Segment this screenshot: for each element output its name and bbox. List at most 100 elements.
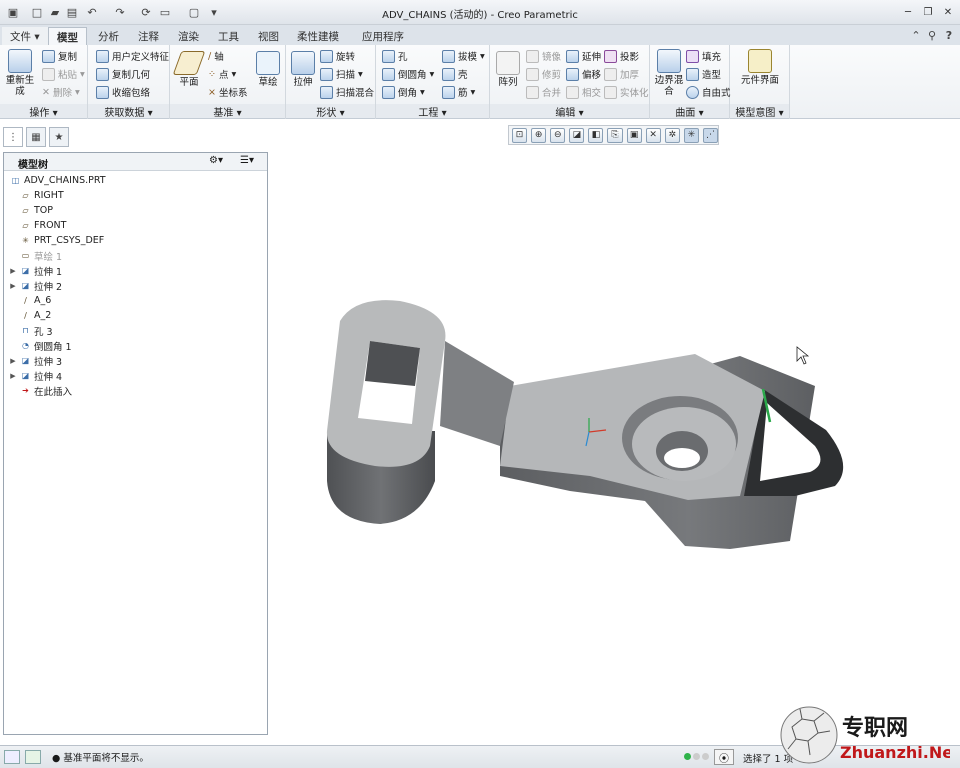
help-icon[interactable]: ?: [941, 27, 957, 43]
slot-hole-wall[interactable]: [365, 341, 420, 386]
tree-node[interactable]: ⊓ 孔 3: [9, 323, 52, 338]
tree-node[interactable]: ◫ ADV_CHAINS.PRT: [7, 173, 106, 188]
pattern-button[interactable]: 阵列: [494, 51, 522, 88]
favorites-tab-icon[interactable]: ★: [49, 127, 69, 147]
draft-button[interactable]: 拔模 ▾: [442, 49, 485, 63]
group-label-get-data[interactable]: 获取数据 ▾: [88, 104, 169, 119]
repaint-icon[interactable]: ◪: [569, 127, 585, 143]
component-interface-button[interactable]: 元件界面: [740, 49, 780, 86]
tab-file[interactable]: 文件 ▾: [2, 27, 48, 45]
refit-icon[interactable]: ⊡: [512, 127, 528, 143]
intersect-button[interactable]: 相交: [566, 85, 601, 99]
close-icon[interactable]: ✕: [940, 4, 956, 20]
tab-annotate[interactable]: 注释: [130, 27, 167, 45]
paste-button[interactable]: 粘贴 ▾: [42, 67, 85, 81]
folder-browser-tab-icon[interactable]: ▦: [26, 127, 46, 147]
offset-button[interactable]: 偏移: [566, 67, 601, 81]
tab-model[interactable]: 模型: [48, 27, 87, 45]
search-icon[interactable]: ⚲: [924, 27, 940, 43]
sweep-button[interactable]: 扫描 ▾: [320, 67, 363, 81]
style-button[interactable]: 造型: [686, 67, 721, 81]
extrude-button[interactable]: 拉伸: [288, 51, 318, 88]
axis-button[interactable]: ∕ 轴: [208, 49, 224, 64]
udf-button[interactable]: 用户定义特征: [96, 49, 169, 63]
minimize-icon[interactable]: ─: [900, 4, 916, 20]
expand-arrow-icon[interactable]: ▶: [9, 267, 17, 275]
tab-applications[interactable]: 应用程序: [354, 27, 412, 45]
shell-button[interactable]: 壳: [442, 67, 468, 81]
boundary-blend-button[interactable]: 边界混合: [652, 49, 686, 97]
zoom-in-icon[interactable]: ⊕: [531, 127, 547, 143]
expand-arrow-icon[interactable]: ▶: [9, 372, 17, 380]
tree-node[interactable]: ▶ ◪ 拉伸 1: [9, 263, 62, 278]
tab-render[interactable]: 渲染: [170, 27, 207, 45]
tab-view[interactable]: 视图: [250, 27, 287, 45]
tree-node[interactable]: ▶ ◪ 拉伸 4: [9, 368, 62, 383]
model-tree-toggle-icon[interactable]: [4, 750, 20, 764]
zoom-out-icon[interactable]: ⊖: [550, 127, 566, 143]
sketch-button[interactable]: 草绘: [254, 51, 282, 88]
expand-arrow-icon[interactable]: ▶: [9, 357, 17, 365]
hole-button[interactable]: 孔: [382, 49, 408, 63]
group-label-surface[interactable]: 曲面 ▾: [650, 104, 729, 119]
csys-button[interactable]: ⨯ 坐标系: [208, 85, 247, 100]
group-label-engineering[interactable]: 工程 ▾: [376, 104, 489, 119]
tree-node[interactable]: ∕ A_6: [9, 293, 51, 308]
tree-settings-icon[interactable]: ⚙▾: [209, 155, 223, 166]
group-label-operation[interactable]: 操作 ▾: [0, 104, 87, 119]
extend-button[interactable]: 延伸: [566, 49, 601, 63]
annotation-display-icon[interactable]: ✳: [683, 127, 699, 143]
group-label-shape[interactable]: 形状 ▾: [286, 104, 375, 119]
regenerate-button[interactable]: 重新生成: [4, 49, 36, 97]
chamfer-button[interactable]: 倒角 ▾: [382, 85, 425, 99]
group-label-edit[interactable]: 编辑 ▾: [490, 104, 649, 119]
solidify-button[interactable]: 实体化: [604, 85, 649, 99]
mirror-button[interactable]: 镜像: [526, 49, 561, 63]
fill-button[interactable]: 填充: [686, 49, 721, 63]
rib-button[interactable]: 筋 ▾: [442, 85, 475, 99]
web-side-face[interactable]: [440, 341, 514, 446]
tab-analysis[interactable]: 分析: [90, 27, 127, 45]
project-button[interactable]: 投影: [604, 49, 639, 63]
browser-toggle-icon[interactable]: [25, 750, 41, 764]
selection-filter-icon[interactable]: ⦿: [714, 749, 734, 765]
shrinkwrap-button[interactable]: 收缩包络: [96, 85, 150, 99]
swept-blend-button[interactable]: 扫描混合: [320, 85, 374, 99]
revolve-button[interactable]: 旋转: [320, 49, 355, 63]
group-label-model-intent[interactable]: 模型意图 ▾: [730, 104, 789, 119]
tab-flexible-modeling[interactable]: 柔性建模: [289, 27, 347, 45]
graphics-canvas[interactable]: [270, 146, 960, 744]
freestyle-button[interactable]: 自由式: [686, 85, 731, 99]
plane-button[interactable]: 平面: [172, 51, 206, 88]
thicken-button[interactable]: 加厚: [604, 67, 639, 81]
tree-node[interactable]: ▱ RIGHT: [9, 188, 63, 203]
tree-node[interactable]: ∕ A_2: [9, 308, 51, 323]
tree-node[interactable]: ◔ 倒圆角 1: [9, 338, 72, 353]
expand-arrow-icon[interactable]: ▶: [9, 282, 17, 290]
tree-node[interactable]: ▱ TOP: [9, 203, 53, 218]
minimize-ribbon-icon[interactable]: ⌃: [908, 27, 924, 43]
view-manager-icon[interactable]: ▣: [626, 127, 642, 143]
tree-node[interactable]: ▭ 草绘 1: [9, 248, 62, 263]
tab-tools[interactable]: 工具: [210, 27, 247, 45]
spin-center-icon[interactable]: ✲: [664, 127, 680, 143]
group-label-datum[interactable]: 基准 ▾: [170, 104, 285, 119]
restore-icon[interactable]: ❐: [920, 4, 936, 20]
model-tree-tab-icon[interactable]: ⋮: [3, 127, 23, 147]
tree-node[interactable]: ▶ ◪ 拉伸 2: [9, 278, 62, 293]
merge-button[interactable]: 合并: [526, 85, 561, 99]
round-button[interactable]: 倒圆角 ▾: [382, 67, 434, 81]
tree-node[interactable]: ➔ 在此插入: [9, 383, 72, 398]
datum-display-icon[interactable]: ✕: [645, 127, 661, 143]
copy-geometry-button[interactable]: 复制几何: [96, 67, 150, 81]
csys-display-icon[interactable]: ⋰: [702, 127, 719, 143]
point-button[interactable]: ⁘ 点 ▾: [208, 67, 236, 82]
tree-node[interactable]: ▱ FRONT: [9, 218, 66, 233]
tree-node[interactable]: ▶ ◪ 拉伸 3: [9, 353, 62, 368]
display-style-icon[interactable]: ◧: [588, 127, 604, 143]
delete-button[interactable]: ✕ 删除 ▾: [42, 85, 80, 100]
saved-orientations-icon[interactable]: ⎘: [607, 127, 623, 143]
copy-button[interactable]: 复制: [42, 49, 77, 63]
tree-filters-icon[interactable]: ☰▾: [240, 155, 254, 166]
trim-button[interactable]: 修剪: [526, 67, 561, 81]
